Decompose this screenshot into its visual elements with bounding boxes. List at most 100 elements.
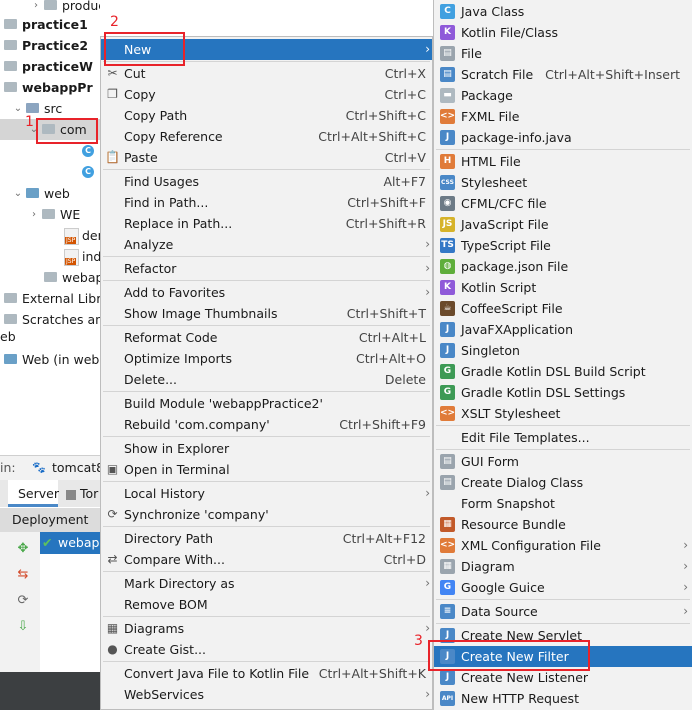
submenu-item-kotlin-file-class[interactable]: K Kotlin File/Class xyxy=(434,22,692,43)
menu-item-show-image-thumbnails[interactable]: Show Image Thumbnails Ctrl+Shift+T xyxy=(101,303,432,324)
chevron-down-icon[interactable]: ⌄ xyxy=(0,77,2,98)
menu-item-create-gist[interactable]: ● Create Gist... xyxy=(101,639,432,660)
submenu-item-package-info-java[interactable]: Jpackage-info.java xyxy=(434,127,692,148)
submenu-item-fxml-file[interactable]: <> FXML File xyxy=(434,106,692,127)
menu-item-convert-java-file-to-kotlin-file[interactable]: Convert Java File to Kotlin File Ctrl+Alt… xyxy=(101,663,432,684)
menu-item-rebuild-com-company[interactable]: Rebuild 'com.company' Ctrl+Shift+F9 xyxy=(101,414,432,435)
submenu-item-edit-file-templates[interactable]: Edit File Templates... xyxy=(434,427,692,448)
menu-item-compare-with[interactable]: ⇄ Compare With... Ctrl+D xyxy=(101,549,432,570)
submenu-item-form-snapshot[interactable]: Form Snapshot xyxy=(434,493,692,514)
menu-item-replace-in-path[interactable]: Replace in Path... Ctrl+Shift+R xyxy=(101,213,432,234)
submenu-item-typescript-file[interactable]: TS TypeScript File xyxy=(434,235,692,256)
submenu-item-gradle-kotlin-dsl-settings[interactable]: G Gradle Kotlin DSL Settings xyxy=(434,382,692,403)
download-icon[interactable]: ⇩ xyxy=(16,620,30,634)
tab-server[interactable]: Server xyxy=(8,480,59,507)
run-config-name[interactable]: tomcat8 xyxy=(52,460,104,475)
menu-item-remove-bom[interactable]: Remove BOM xyxy=(101,594,432,615)
menu-item-refactor[interactable]: Refactor › xyxy=(101,258,432,279)
tree-item-ind[interactable]: ind xyxy=(0,246,100,267)
menu-item-webservices[interactable]: WebServices › xyxy=(101,684,432,705)
menu-item-local-history[interactable]: Local History › xyxy=(101,483,432,504)
menu-item-diagrams[interactable]: ▦ Diagrams › xyxy=(101,618,432,639)
submenu-item-file[interactable]: ▤ File xyxy=(434,43,692,64)
menu-item-cut[interactable]: ✂ Cut Ctrl+X xyxy=(101,63,432,84)
submenu-item-html-file[interactable]: H HTML File xyxy=(434,151,692,172)
folder-icon xyxy=(44,272,57,282)
deployment-header-label: Deployment xyxy=(12,512,89,527)
menu-item-analyze[interactable]: Analyze › xyxy=(101,234,432,255)
tree-item-src[interactable]: ⌄ src xyxy=(0,98,100,119)
submenu-item-javascript-file[interactable]: JS JavaScript File xyxy=(434,214,692,235)
tree-item-practicew[interactable]: › practiceW xyxy=(0,56,100,77)
deployment-item[interactable]: ✔ webap xyxy=(40,532,100,554)
submenu-item-singleton[interactable]: J Singleton xyxy=(434,340,692,361)
tree-item-practice2[interactable]: › Practice2 xyxy=(0,35,100,56)
submenu-item-create-new-listener[interactable]: J Create New Listener xyxy=(434,667,692,688)
submenu-item-coffeescript-file[interactable]: ☕ CoffeeScript File xyxy=(434,298,692,319)
menu-item-shortcut: Ctrl+V xyxy=(384,150,426,165)
tree-item-class-file[interactable]: C xyxy=(0,141,100,162)
menu-item-optimize-imports[interactable]: Optimize Imports Ctrl+Alt+O xyxy=(101,348,432,369)
menu-item-show-in-explorer[interactable]: Show in Explorer xyxy=(101,438,432,459)
menu-item-open-in-terminal[interactable]: ▣ Open in Terminal xyxy=(101,459,432,480)
chevron-down-icon[interactable]: ⌄ xyxy=(12,183,24,204)
submenu-item-javafxapplication[interactable]: J JavaFXApplication xyxy=(434,319,692,340)
menu-item-mark-directory-as[interactable]: Mark Directory as › xyxy=(101,573,432,594)
menu-item-copy[interactable]: ❐ Copy Ctrl+C xyxy=(101,84,432,105)
menu-item-reformat-code[interactable]: Reformat Code Ctrl+Alt+L xyxy=(101,327,432,348)
submenu-item-create-new-servlet[interactable]: J Create New Servlet xyxy=(434,625,692,646)
submenu-item-kotlin-script[interactable]: K Kotlin Script xyxy=(434,277,692,298)
submenu-item-package-json-file[interactable]: ◍ package.json File xyxy=(434,256,692,277)
submenu-item-diagram[interactable]: ▦ Diagram › xyxy=(434,556,692,577)
tree-item-webap[interactable]: webap xyxy=(0,267,100,288)
submenu-item-resource-bundle[interactable]: ▦ Resource Bundle xyxy=(434,514,692,535)
refresh-icon[interactable]: ⟳ xyxy=(16,594,30,608)
submenu-item-xslt-stylesheet[interactable]: <> XSLT Stylesheet xyxy=(434,403,692,424)
tree-item-com[interactable]: ⌄ com xyxy=(0,119,100,140)
tree-item-we[interactable]: › WE xyxy=(0,204,100,225)
submenu-item-google-guice[interactable]: G Google Guice › xyxy=(434,577,692,598)
menu-item-add-to-favorites[interactable]: Add to Favorites › xyxy=(101,282,432,303)
submenu-item-java-class[interactable]: C Java Class xyxy=(434,1,692,22)
menu-item-find-in-path[interactable]: Find in Path... Ctrl+Shift+F xyxy=(101,192,432,213)
tab-tomcat-log[interactable]: Tor xyxy=(60,480,100,507)
submenu-item-gui-form[interactable]: ▤ GUI Form xyxy=(434,451,692,472)
menu-item-copy-path[interactable]: Copy Path Ctrl+Shift+C xyxy=(101,105,432,126)
chevron-right-icon[interactable]: › xyxy=(28,204,40,225)
submenu-item-create-dialog-class[interactable]: ▤ Create Dialog Class xyxy=(434,472,692,493)
submenu-item-stylesheet[interactable]: CSS Stylesheet xyxy=(434,172,692,193)
submenu-item-gradle-kotlin-dsl-build-script[interactable]: G Gradle Kotlin DSL Build Script xyxy=(434,361,692,382)
menu-item-synchronize-company[interactable]: ⟳ Synchronize 'company' xyxy=(101,504,432,525)
submenu-item-data-source[interactable]: ≡ Data Source › xyxy=(434,601,692,622)
tree-item-den[interactable]: den xyxy=(0,225,100,246)
menu-separator xyxy=(103,325,430,326)
submenu-item-package[interactable]: ▬ Package xyxy=(434,85,692,106)
tree-item-eb[interactable]: eb xyxy=(0,326,100,347)
menu-item-label: Copy Reference xyxy=(124,129,223,144)
tree-item-web-in-weba[interactable]: Web (in weba xyxy=(0,349,100,370)
menu-item-copy-reference[interactable]: Copy Reference Ctrl+Alt+Shift+C xyxy=(101,126,432,147)
deploy-all-icon[interactable]: ✥ xyxy=(16,542,30,556)
tree-item-web[interactable]: ⌄ web xyxy=(0,183,100,204)
menu-item-new[interactable]: New › xyxy=(101,39,432,60)
undeploy-icon[interactable]: ⇆ xyxy=(16,568,30,582)
menu-item-directory-path[interactable]: Directory Path Ctrl+Alt+F12 xyxy=(101,528,432,549)
tree-item-practice1[interactable]: › practice1 xyxy=(0,14,100,35)
tree-item-class-file[interactable]: C xyxy=(0,162,100,183)
chevron-right-icon[interactable]: › xyxy=(0,56,2,77)
submenu-item-scratch-file[interactable]: ▤ Scratch File Ctrl+Alt+Shift+Insert xyxy=(434,64,692,85)
menu-item-build-module-webapppractice2[interactable]: Build Module 'webappPractice2' xyxy=(101,393,432,414)
chevron-right-icon[interactable]: › xyxy=(0,14,2,35)
java-class-icon: C xyxy=(82,166,94,178)
menu-item-find-usages[interactable]: Find Usages Alt+F7 xyxy=(101,171,432,192)
chevron-right-icon[interactable]: › xyxy=(0,35,2,56)
menu-item-paste[interactable]: 📋 Paste Ctrl+V xyxy=(101,147,432,168)
menu-item-delete[interactable]: Delete... Delete xyxy=(101,369,432,390)
tree-item-external-libra[interactable]: External Libra xyxy=(0,288,100,309)
submenu-item-xml-configuration-file[interactable]: <> XML Configuration File › xyxy=(434,535,692,556)
tree-item-webapppr[interactable]: ⌄ webappPr xyxy=(0,77,100,98)
chevron-down-icon[interactable]: ⌄ xyxy=(12,98,24,119)
submenu-item-new-http-request[interactable]: API New HTTP Request xyxy=(434,688,692,709)
submenu-item-cfml-cfc-file[interactable]: ◉ CFML/CFC file xyxy=(434,193,692,214)
submenu-item-create-new-filter[interactable]: J Create New Filter xyxy=(434,646,692,667)
